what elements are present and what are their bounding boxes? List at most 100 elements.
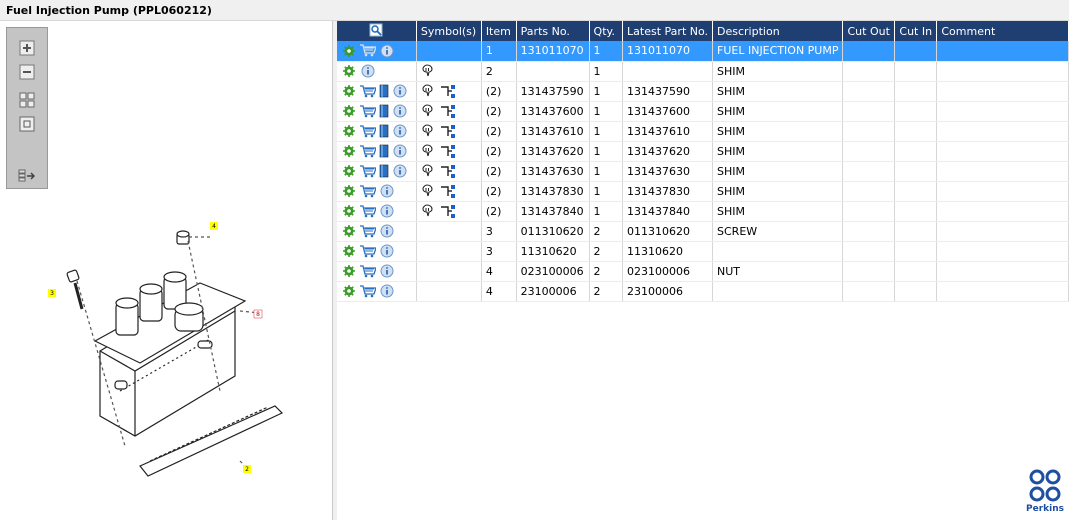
shopping-cart-icon[interactable] (360, 124, 376, 138)
table-row[interactable]: (2) 131437610 1 131437610 SHIM (337, 121, 1069, 142)
gear-icon[interactable] (341, 224, 357, 238)
gear-icon[interactable] (341, 64, 357, 78)
callout-pin-icon[interactable] (421, 184, 437, 198)
shopping-cart-icon[interactable] (360, 284, 376, 298)
hierarchy-icon[interactable] (440, 104, 456, 118)
gear-icon[interactable] (341, 184, 357, 198)
fit-page-button[interactable] (16, 90, 38, 110)
exploded-view-diagram[interactable]: 4 3 8 2 (20, 191, 320, 491)
shopping-cart-icon[interactable] (360, 184, 376, 198)
info-icon[interactable] (379, 204, 395, 218)
gear-icon[interactable] (341, 284, 357, 298)
callout-pin-icon[interactable] (421, 164, 437, 178)
cell-part-no: 23100006 (516, 281, 590, 302)
row-actions (337, 141, 417, 162)
shopping-cart-icon[interactable] (360, 204, 376, 218)
callout-pin-icon[interactable] (421, 64, 437, 78)
documentation-icon[interactable] (379, 164, 389, 178)
info-icon[interactable] (379, 224, 395, 238)
info-icon[interactable] (392, 164, 408, 178)
table-row[interactable]: (2) 131437840 1 131437840 SHIM (337, 201, 1069, 222)
gear-icon[interactable] (341, 164, 357, 178)
shopping-cart-disabled-icon[interactable] (360, 44, 376, 58)
column-header-latest-part-no[interactable]: Latest Part No. (622, 21, 714, 41)
callout-pin-icon[interactable] (421, 204, 437, 218)
info-icon[interactable] (379, 184, 395, 198)
diagram-pane[interactable]: 4 3 8 2 (0, 21, 333, 520)
actual-size-button[interactable] (16, 114, 38, 134)
column-header-qty[interactable]: Qty. (589, 21, 624, 41)
info-icon[interactable] (392, 144, 408, 158)
gear-icon[interactable] (341, 204, 357, 218)
shopping-cart-icon[interactable] (360, 244, 376, 258)
column-header-actions[interactable] (337, 21, 417, 41)
info-icon[interactable] (379, 284, 395, 298)
documentation-icon[interactable] (379, 124, 389, 138)
row-actions (337, 121, 417, 142)
search-parts-icon (369, 23, 383, 36)
info-icon[interactable] (360, 64, 376, 78)
callout-8[interactable]: 8 (256, 311, 260, 318)
table-row[interactable]: (2) 131437590 1 131437590 SHIM (337, 81, 1069, 102)
documentation-icon[interactable] (379, 84, 389, 98)
column-header-description[interactable]: Description (712, 21, 844, 41)
callout-3[interactable]: 3 (50, 290, 54, 297)
table-row[interactable]: 3 011310620 2 011310620 SCREW (337, 221, 1069, 242)
hierarchy-icon[interactable] (440, 124, 456, 138)
info-icon[interactable] (379, 264, 395, 278)
table-row[interactable]: (2) 131437620 1 131437620 SHIM (337, 141, 1069, 162)
hierarchy-icon[interactable] (440, 204, 456, 218)
table-row[interactable]: 1 131011070 1 131011070 FUEL INJECTION P… (337, 41, 1069, 62)
zoom-in-button[interactable] (16, 38, 38, 58)
column-header-item[interactable]: Item (481, 21, 517, 41)
info-icon[interactable] (392, 104, 408, 118)
table-row[interactable]: (2) 131437600 1 131437600 SHIM (337, 101, 1069, 122)
table-row[interactable]: 4 023100006 2 023100006 NUT (337, 261, 1069, 282)
callout-4[interactable]: 4 (212, 223, 216, 230)
shopping-cart-icon[interactable] (360, 144, 376, 158)
row-symbols (416, 241, 482, 262)
table-row[interactable]: 2 1 SHIM (337, 61, 1069, 82)
info-icon[interactable] (379, 44, 395, 58)
export-button[interactable] (16, 166, 38, 186)
shopping-cart-icon[interactable] (360, 224, 376, 238)
table-row[interactable]: (2) 131437830 1 131437830 SHIM (337, 181, 1069, 202)
gear-icon[interactable] (341, 104, 357, 118)
documentation-icon[interactable] (379, 144, 389, 158)
cell-item: (2) (481, 201, 517, 222)
table-row[interactable]: (2) 131437630 1 131437630 SHIM (337, 161, 1069, 182)
table-row[interactable]: 3 11310620 2 11310620 (337, 241, 1069, 262)
cell-item: (2) (481, 101, 517, 122)
callout-pin-icon[interactable] (421, 84, 437, 98)
column-header-cut-in[interactable]: Cut In (894, 21, 938, 41)
shopping-cart-icon[interactable] (360, 104, 376, 118)
info-icon[interactable] (379, 244, 395, 258)
table-row[interactable]: 4 23100006 2 23100006 (337, 281, 1069, 302)
callout-2[interactable]: 2 (245, 466, 249, 473)
shopping-cart-icon[interactable] (360, 264, 376, 278)
parts-table: Symbol(s) Item Parts No. Qty. Latest Par… (337, 21, 1069, 302)
gear-icon[interactable] (341, 84, 357, 98)
gear-icon[interactable] (341, 44, 357, 58)
shopping-cart-icon[interactable] (360, 84, 376, 98)
info-icon[interactable] (392, 84, 408, 98)
gear-icon[interactable] (341, 244, 357, 258)
column-header-cut-out[interactable]: Cut Out (842, 21, 896, 41)
documentation-icon[interactable] (379, 104, 389, 118)
hierarchy-icon[interactable] (440, 164, 456, 178)
zoom-out-button[interactable] (16, 62, 38, 82)
callout-pin-icon[interactable] (421, 104, 437, 118)
hierarchy-icon[interactable] (440, 144, 456, 158)
callout-pin-icon[interactable] (421, 124, 437, 138)
info-icon[interactable] (392, 124, 408, 138)
column-header-symbols[interactable]: Symbol(s) (416, 21, 482, 41)
column-header-parts-no[interactable]: Parts No. (516, 21, 590, 41)
callout-pin-icon[interactable] (421, 144, 437, 158)
column-header-comment[interactable]: Comment (936, 21, 1069, 41)
shopping-cart-icon[interactable] (360, 164, 376, 178)
hierarchy-icon[interactable] (440, 184, 456, 198)
gear-icon[interactable] (341, 144, 357, 158)
gear-icon[interactable] (341, 264, 357, 278)
hierarchy-icon[interactable] (440, 84, 456, 98)
gear-icon[interactable] (341, 124, 357, 138)
